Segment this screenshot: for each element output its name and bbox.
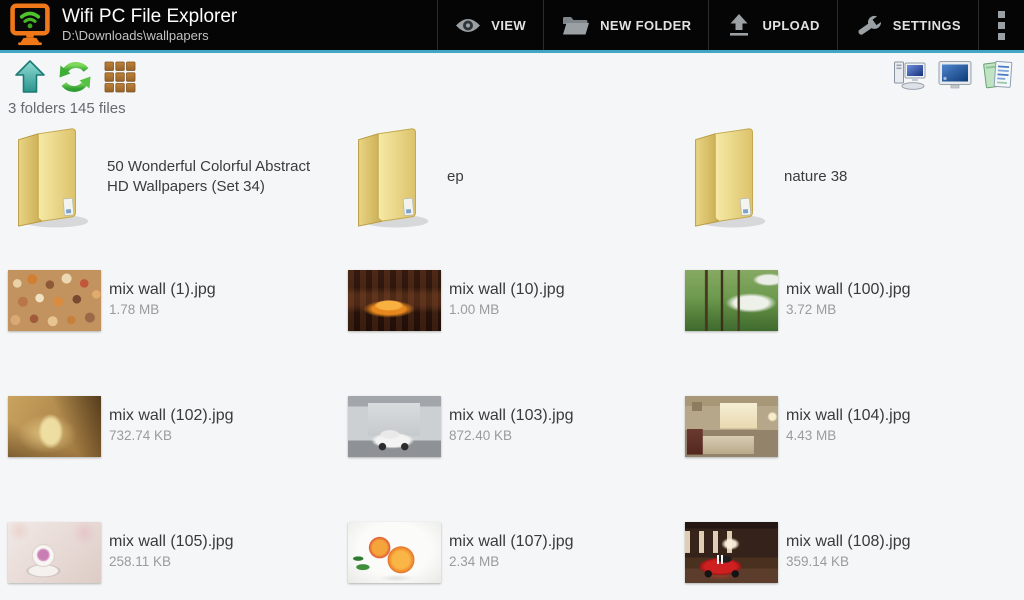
up-arrow-icon: [14, 60, 46, 94]
file-item[interactable]: mix wall (107).jpg 2.34 MB: [348, 520, 685, 583]
file-item[interactable]: mix wall (1).jpg 1.78 MB: [8, 268, 348, 394]
file-thumbnail: [685, 270, 778, 331]
file-size: 872.40 KB: [449, 427, 573, 445]
file-size: 732.74 KB: [109, 427, 233, 445]
file-name: mix wall (104).jpg: [786, 406, 910, 426]
file-thumbnail: [685, 522, 778, 583]
file-thumbnail: [348, 396, 441, 457]
folder-item[interactable]: ep: [348, 123, 685, 268]
file-item[interactable]: mix wall (108).jpg 359.14 KB: [685, 520, 1024, 583]
file-item[interactable]: mix wall (102).jpg 732.74 KB: [8, 394, 348, 520]
refresh-icon: [57, 60, 93, 94]
file-thumbnail: [348, 270, 441, 331]
folder-name: nature 38: [784, 167, 1012, 187]
eye-icon: [455, 17, 481, 34]
file-name: mix wall (108).jpg: [786, 532, 910, 552]
action-buttons: VIEW NEW FOLDER UPLOAD: [437, 0, 1024, 50]
upload-button-label: UPLOAD: [762, 18, 819, 33]
app-title-area[interactable]: Wifi PC File Explorer D:\Downloads\wallp…: [0, 0, 247, 50]
folder-icon: [685, 124, 769, 230]
folder-summary: 3 folders 145 files: [8, 100, 126, 117]
file-size: 1.00 MB: [449, 301, 565, 319]
file-size: 3.72 MB: [786, 301, 910, 319]
file-name: mix wall (100).jpg: [786, 280, 910, 300]
wifi-monitor-logo-icon: [8, 3, 52, 47]
overflow-menu-icon: [998, 11, 1005, 18]
overflow-menu-icon: [998, 22, 1005, 29]
file-thumbnail: [348, 522, 441, 583]
folder-icon: [348, 124, 432, 230]
folder-name: ep: [447, 167, 675, 187]
app-title: Wifi PC File Explorer: [62, 6, 237, 28]
file-grid: 50 Wonderful Colorful Abstract HD Wallpa…: [0, 123, 1024, 583]
folder-item[interactable]: nature 38: [685, 123, 1024, 268]
file-item[interactable]: mix wall (105).jpg 258.11 KB: [8, 520, 348, 583]
file-size: 2.34 MB: [449, 553, 573, 571]
folder-item[interactable]: 50 Wonderful Colorful Abstract HD Wallpa…: [8, 123, 348, 268]
file-size: 4.43 MB: [786, 427, 910, 445]
file-size: 258.11 KB: [109, 553, 233, 571]
file-name: mix wall (103).jpg: [449, 406, 573, 426]
wrench-icon: [855, 13, 883, 37]
computer-icon: [893, 59, 927, 91]
current-path: D:\Downloads\wallpapers: [62, 28, 237, 44]
file-item[interactable]: mix wall (10).jpg 1.00 MB: [348, 268, 685, 394]
action-bar: Wifi PC File Explorer D:\Downloads\wallp…: [0, 0, 1024, 53]
file-name: mix wall (102).jpg: [109, 406, 233, 426]
file-name: mix wall (105).jpg: [109, 532, 233, 552]
file-name: mix wall (10).jpg: [449, 280, 565, 300]
display-button[interactable]: [936, 57, 974, 93]
grid-view-icon: [104, 61, 136, 93]
file-item[interactable]: mix wall (104).jpg 4.43 MB: [685, 394, 1024, 520]
file-item[interactable]: mix wall (100).jpg 3.72 MB: [685, 268, 1024, 394]
file-thumbnail: [8, 396, 101, 457]
file-thumbnail: [8, 270, 101, 331]
grid-view-button[interactable]: [102, 58, 138, 96]
file-name: mix wall (1).jpg: [109, 280, 216, 300]
file-list-button[interactable]: [981, 57, 1016, 93]
display-icon: [938, 60, 972, 90]
settings-button[interactable]: SETTINGS: [837, 0, 978, 50]
file-thumbnail: [8, 522, 101, 583]
folder-icon: [8, 124, 92, 230]
new-folder-button[interactable]: NEW FOLDER: [543, 0, 708, 50]
my-computer-button[interactable]: [891, 57, 929, 93]
folder-name: 50 Wonderful Colorful Abstract HD Wallpa…: [107, 157, 335, 197]
settings-button-label: SETTINGS: [893, 18, 961, 33]
view-button[interactable]: VIEW: [437, 0, 543, 50]
up-directory-button[interactable]: [12, 58, 48, 96]
new-folder-button-label: NEW FOLDER: [600, 18, 691, 33]
new-folder-icon: [561, 15, 590, 36]
refresh-button[interactable]: [55, 58, 95, 96]
upload-icon: [726, 14, 752, 36]
file-size: 359.14 KB: [786, 553, 910, 571]
file-size: 1.78 MB: [109, 301, 216, 319]
overflow-menu-icon: [998, 33, 1005, 40]
file-list-icon: [983, 59, 1014, 91]
file-item[interactable]: mix wall (103).jpg 872.40 KB: [348, 394, 685, 520]
file-name: mix wall (107).jpg: [449, 532, 573, 552]
toolbar: 3 folders 145 files: [0, 53, 1024, 123]
file-thumbnail: [685, 396, 778, 457]
view-button-label: VIEW: [491, 18, 526, 33]
overflow-menu-button[interactable]: [978, 0, 1024, 50]
upload-button[interactable]: UPLOAD: [708, 0, 836, 50]
